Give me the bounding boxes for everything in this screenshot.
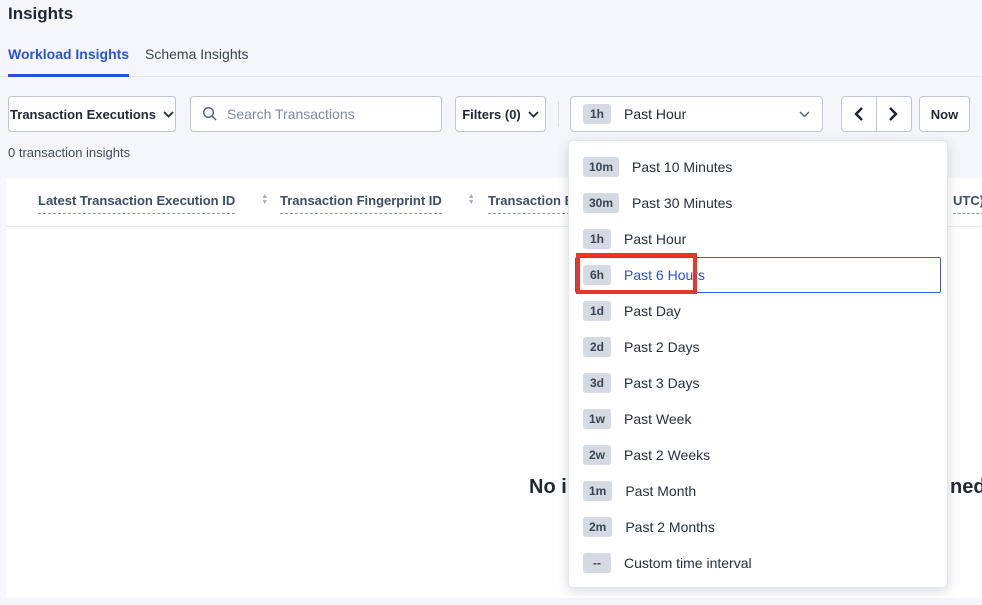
interval-label: Past 2 Weeks <box>624 447 710 463</box>
interval-badge: 1d <box>583 301 611 321</box>
interval-label: Past 2 Days <box>624 339 699 355</box>
column-header-label: Latest Transaction Execution ID <box>38 193 235 214</box>
insights-count: 0 transaction insights <box>8 145 130 160</box>
workload-type-dropdown[interactable]: Transaction Executions <box>8 96 176 132</box>
column-header-transaction-execution[interactable]: Transaction Ex <box>488 193 580 214</box>
tab-workload-insights-label: Workload Insights <box>8 46 129 62</box>
menu-item-past-month[interactable]: 1m Past Month <box>569 473 947 509</box>
interval-badge: 30m <box>583 193 619 213</box>
tab-schema-insights-label: Schema Insights <box>145 46 249 62</box>
active-tab-underline <box>8 74 129 77</box>
interval-badge: 2m <box>583 517 612 537</box>
interval-label: Past 10 Minutes <box>632 159 732 175</box>
now-button-label: Now <box>931 107 958 122</box>
interval-badge: 10m <box>583 157 619 177</box>
tab-bar: Workload Insights Schema Insights <box>0 40 982 77</box>
next-interval-button[interactable] <box>877 97 912 131</box>
menu-item-past-week[interactable]: 1w Past Week <box>569 401 947 437</box>
filters-button[interactable]: Filters (0) <box>455 96 546 132</box>
tab-schema-insights[interactable]: Schema Insights <box>145 46 249 77</box>
chevron-down-icon <box>799 111 810 118</box>
interval-label: Custom time interval <box>624 555 752 571</box>
interval-badge: 6h <box>583 265 611 285</box>
chevron-right-icon <box>889 107 898 121</box>
menu-item-custom-time-interval[interactable]: -- Custom time interval <box>569 545 947 581</box>
chevron-down-icon <box>528 111 539 118</box>
interval-badge: 2w <box>583 445 611 465</box>
filters-button-label: Filters (0) <box>462 107 521 122</box>
column-header-transaction-fingerprint-id[interactable]: Transaction Fingerprint ID ▲▼ <box>280 193 475 214</box>
column-header-label: Transaction Fingerprint ID <box>280 193 442 214</box>
now-button[interactable]: Now <box>919 96 970 132</box>
interval-label: Past 2 Months <box>625 519 715 535</box>
interval-badge: 1w <box>583 409 611 429</box>
column-header-latest-transaction-execution-id[interactable]: Latest Transaction Execution ID ▲▼ <box>38 193 268 214</box>
interval-badge: 3d <box>583 373 611 393</box>
search-icon <box>202 106 218 122</box>
menu-item-past-2-weeks[interactable]: 2w Past 2 Weeks <box>569 437 947 473</box>
time-interval-badge: 1h <box>583 104 611 124</box>
interval-label: Past Month <box>625 483 696 499</box>
chevron-left-icon <box>854 107 863 121</box>
menu-item-past-30-minutes[interactable]: 30m Past 30 Minutes <box>569 185 947 221</box>
interval-badge: -- <box>583 553 611 573</box>
time-interval-selector[interactable]: 1h Past Hour <box>570 96 823 132</box>
menu-item-past-hour[interactable]: 1h Past Hour <box>569 221 947 257</box>
workload-type-dropdown-label: Transaction Executions <box>10 107 156 122</box>
previous-interval-button[interactable] <box>842 97 877 131</box>
sort-icon[interactable]: ▲▼ <box>468 194 475 206</box>
interval-label: Past 6 Hours <box>624 267 705 283</box>
tab-workload-insights[interactable]: Workload Insights <box>8 46 129 77</box>
time-interval-label: Past Hour <box>624 106 686 122</box>
interval-label: Past 3 Days <box>624 375 699 391</box>
interval-badge: 1m <box>583 481 612 501</box>
menu-item-past-2-days[interactable]: 2d Past 2 Days <box>569 329 947 365</box>
menu-item-past-2-months[interactable]: 2m Past 2 Months <box>569 509 947 545</box>
sort-icon[interactable]: ▲▼ <box>261 194 268 206</box>
interval-label: Past Day <box>624 303 681 319</box>
menu-item-past-6-hours[interactable]: 6h Past 6 Hours <box>575 257 941 293</box>
interval-label: Past Hour <box>624 231 686 247</box>
interval-label: Past Week <box>624 411 691 427</box>
menu-item-past-10-minutes[interactable]: 10m Past 10 Minutes <box>569 149 947 185</box>
chevron-down-icon <box>163 111 174 118</box>
time-range-arrows <box>841 96 912 132</box>
toolbar-divider <box>558 101 559 127</box>
column-header-utc-clipped[interactable]: UTC) <box>953 193 982 214</box>
column-header-label: UTC) <box>953 193 982 214</box>
menu-item-past-3-days[interactable]: 3d Past 3 Days <box>569 365 947 401</box>
page-title: Insights <box>8 4 73 24</box>
insights-page: Insights Workload Insights Schema Insigh… <box>0 0 982 605</box>
search-input[interactable] <box>190 96 442 132</box>
menu-item-past-day[interactable]: 1d Past Day <box>569 293 947 329</box>
time-interval-dropdown-menu: 10m Past 10 Minutes 30m Past 30 Minutes … <box>568 140 948 588</box>
interval-badge: 2d <box>583 337 611 357</box>
column-header-label: Transaction Ex <box>488 193 580 214</box>
empty-state-message-right: ned. <box>950 476 982 499</box>
interval-badge: 1h <box>583 229 611 249</box>
search-transactions-field <box>190 96 442 132</box>
interval-label: Past 30 Minutes <box>632 195 732 211</box>
